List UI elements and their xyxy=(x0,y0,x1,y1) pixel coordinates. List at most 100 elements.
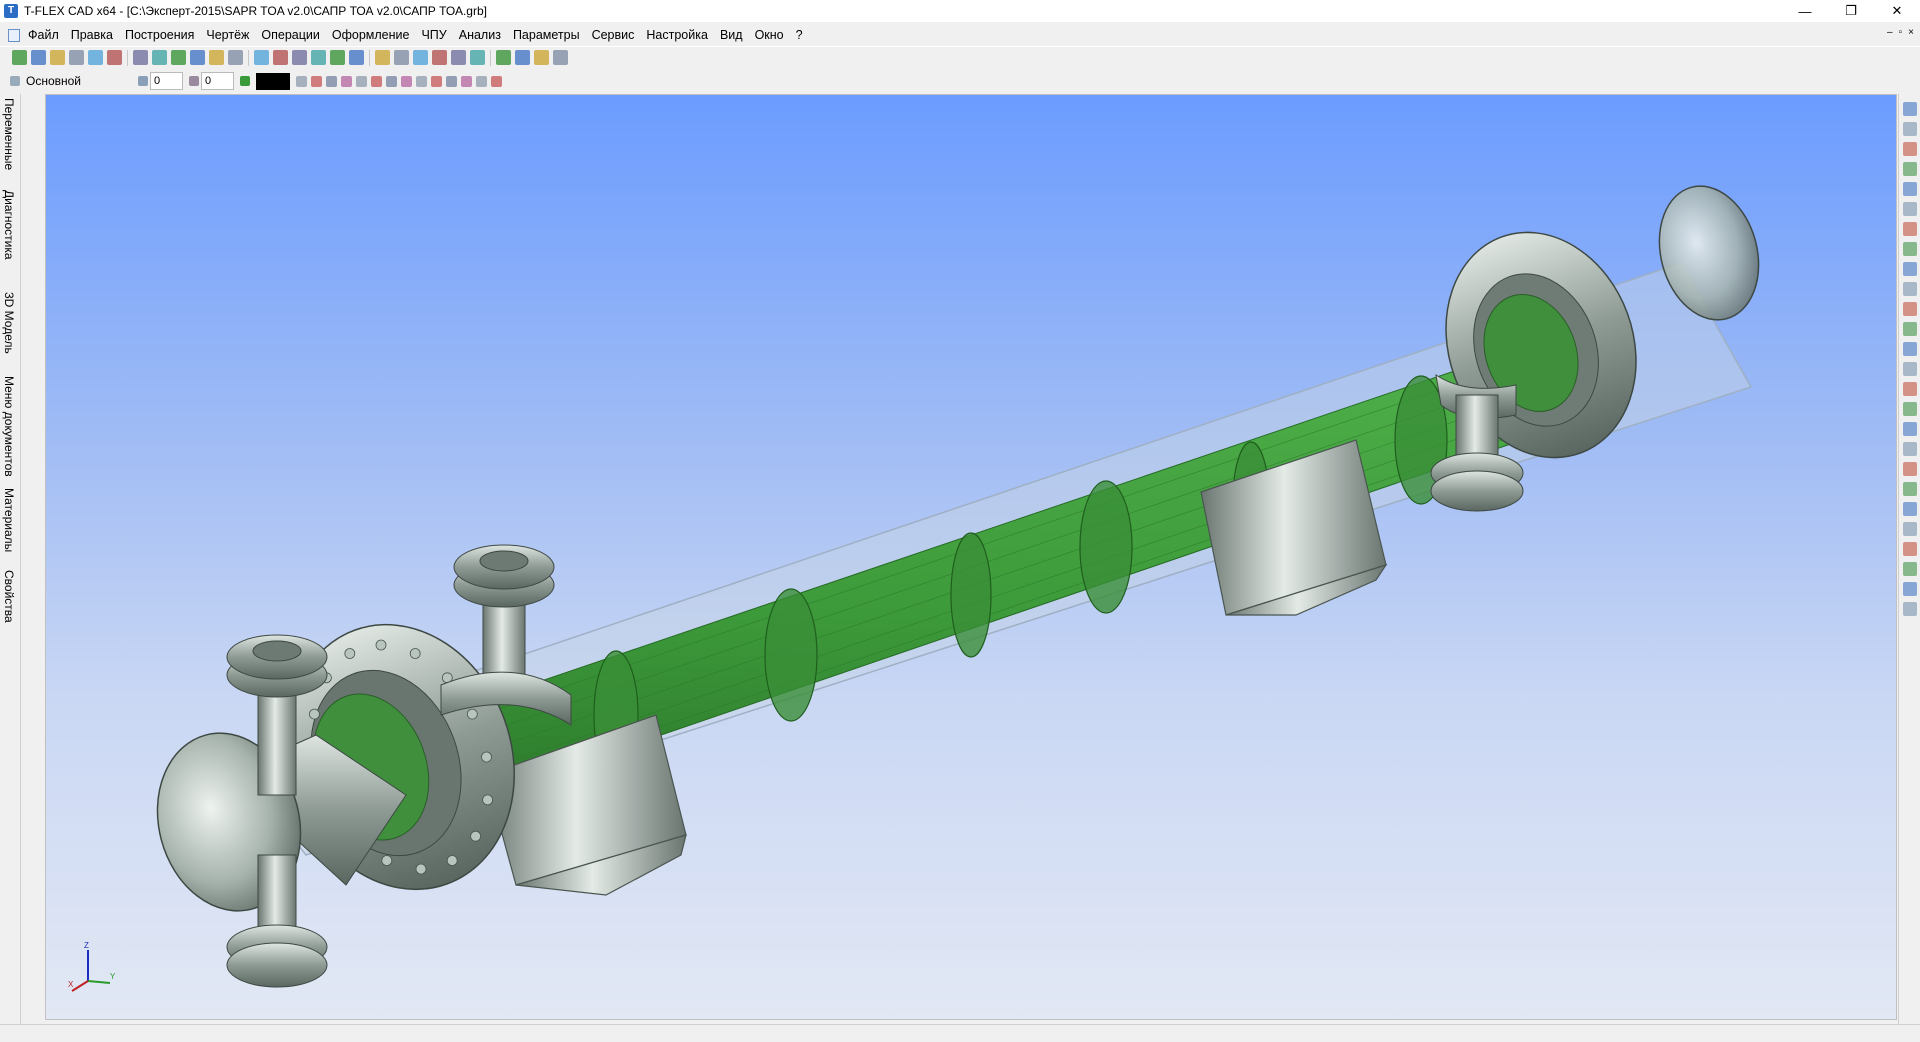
menu-view[interactable]: Вид xyxy=(714,25,749,45)
layer-icon[interactable] xyxy=(1903,402,1917,416)
grid-icon[interactable] xyxy=(1903,382,1917,396)
boolean-icon[interactable] xyxy=(349,50,364,65)
zoom-out-icon[interactable] xyxy=(1903,242,1917,256)
mdi-minimize-icon[interactable]: – xyxy=(1887,27,1893,38)
extrude-icon[interactable] xyxy=(273,50,288,65)
mdi-restore-icon[interactable]: ▫ xyxy=(1899,27,1903,38)
sweep-icon[interactable] xyxy=(330,50,345,65)
priority-input[interactable]: 0 xyxy=(201,72,234,90)
tab-diagnostics[interactable]: Диагностика xyxy=(2,190,16,260)
filter-icon[interactable] xyxy=(461,75,472,87)
hidden-icon[interactable] xyxy=(1903,502,1917,516)
filter-icon[interactable] xyxy=(386,75,397,87)
box-icon[interactable] xyxy=(1903,522,1917,536)
color-swatch[interactable] xyxy=(256,72,290,90)
workplane-icon[interactable] xyxy=(228,50,243,65)
wire-icon[interactable] xyxy=(1903,482,1917,496)
edit-icon[interactable] xyxy=(171,50,186,65)
filter-icon[interactable] xyxy=(356,75,367,87)
rotate-icon[interactable] xyxy=(1903,142,1917,156)
mirror-icon[interactable] xyxy=(451,50,466,65)
shade-icon[interactable] xyxy=(1903,462,1917,476)
settings-icon[interactable] xyxy=(553,50,568,65)
point-icon[interactable] xyxy=(209,50,224,65)
pan-icon[interactable] xyxy=(1903,122,1917,136)
filter-icon[interactable] xyxy=(371,75,382,87)
array-icon[interactable] xyxy=(432,50,447,65)
menu-operations[interactable]: Операции xyxy=(255,25,325,45)
top-view-icon[interactable] xyxy=(1903,582,1917,596)
iso-view-icon[interactable] xyxy=(1903,562,1917,576)
menu-analysis[interactable]: Анализ xyxy=(453,25,507,45)
camera-icon[interactable] xyxy=(1903,302,1917,316)
mdi-close-icon[interactable]: × xyxy=(1908,27,1914,38)
filter-icon[interactable] xyxy=(326,75,337,87)
zoom-in-icon[interactable] xyxy=(1903,222,1917,236)
layer-selector[interactable]: Основной xyxy=(6,72,136,90)
walk-icon[interactable] xyxy=(1903,322,1917,336)
zoom-window-icon[interactable] xyxy=(1903,182,1917,196)
section-view-icon[interactable] xyxy=(1903,602,1917,616)
menu-service[interactable]: Сервис xyxy=(586,25,641,45)
chamfer-icon[interactable] xyxy=(394,50,409,65)
render-icon[interactable] xyxy=(515,50,530,65)
menu-edit[interactable]: Правка xyxy=(65,25,119,45)
menu-drawing[interactable]: Чертёж xyxy=(200,25,255,45)
snap-icon[interactable] xyxy=(1903,362,1917,376)
link-icon[interactable] xyxy=(534,50,549,65)
tab-3d-model[interactable]: 3D Модель xyxy=(2,292,16,354)
menu-format[interactable]: Оформление xyxy=(326,25,416,45)
zoom-icon[interactable] xyxy=(1903,162,1917,176)
lcs-icon[interactable] xyxy=(254,50,269,65)
tab-properties[interactable]: Свойства xyxy=(2,570,16,623)
shell-icon[interactable] xyxy=(413,50,428,65)
redo-icon[interactable] xyxy=(152,50,167,65)
3d-viewport[interactable]: Z Y X xyxy=(45,94,1897,1020)
level-input[interactable]: 0 xyxy=(150,72,183,90)
restore-button[interactable]: ❐ xyxy=(1828,0,1874,22)
select-icon[interactable] xyxy=(190,50,205,65)
filter-icon[interactable] xyxy=(446,75,457,87)
close-button[interactable]: ✕ xyxy=(1874,0,1920,22)
print-icon[interactable] xyxy=(107,50,122,65)
filter-icon[interactable] xyxy=(491,75,502,87)
light-icon[interactable] xyxy=(1903,282,1917,296)
menu-help[interactable]: ? xyxy=(790,25,809,45)
measure-icon[interactable] xyxy=(496,50,511,65)
section-icon[interactable] xyxy=(470,50,485,65)
print-preview-icon[interactable] xyxy=(88,50,103,65)
filter-icon[interactable] xyxy=(401,75,412,87)
menu-file[interactable]: Файл xyxy=(22,25,65,45)
color-picker-icon[interactable] xyxy=(240,76,250,86)
view-icon[interactable] xyxy=(1903,102,1917,116)
tab-materials[interactable]: Материалы xyxy=(2,488,16,552)
open-icon[interactable] xyxy=(50,50,65,65)
filter-icon[interactable] xyxy=(311,75,322,87)
menu-cnc[interactable]: ЧПУ xyxy=(415,25,452,45)
new-doc-icon[interactable] xyxy=(31,50,46,65)
filter-icon[interactable] xyxy=(296,75,307,87)
filter-icon[interactable] xyxy=(341,75,352,87)
orient-icon[interactable] xyxy=(1903,342,1917,356)
menu-settings[interactable]: Настройка xyxy=(640,25,714,45)
revolve-icon[interactable] xyxy=(292,50,307,65)
loft-icon[interactable] xyxy=(311,50,326,65)
check-icon[interactable] xyxy=(1903,442,1917,456)
save-icon[interactable] xyxy=(69,50,84,65)
document-menu-icon[interactable] xyxy=(8,28,20,42)
filter-icon[interactable] xyxy=(476,75,487,87)
tab-document-menu[interactable]: Меню документов xyxy=(2,376,16,477)
zoom-prev-icon[interactable] xyxy=(1903,262,1917,276)
filter-icon[interactable] xyxy=(416,75,427,87)
menu-parameters[interactable]: Параметры xyxy=(507,25,586,45)
fillet-icon[interactable] xyxy=(375,50,390,65)
filter-icon[interactable] xyxy=(431,75,442,87)
minimize-button[interactable]: — xyxy=(1782,0,1828,22)
tab-variables[interactable]: Переменные xyxy=(2,98,16,170)
material-icon[interactable] xyxy=(1903,422,1917,436)
fit-icon[interactable] xyxy=(1903,202,1917,216)
menu-window[interactable]: Окно xyxy=(749,25,790,45)
undo-icon[interactable] xyxy=(133,50,148,65)
menu-construct[interactable]: Построения xyxy=(119,25,200,45)
confirm-icon[interactable] xyxy=(12,50,27,65)
